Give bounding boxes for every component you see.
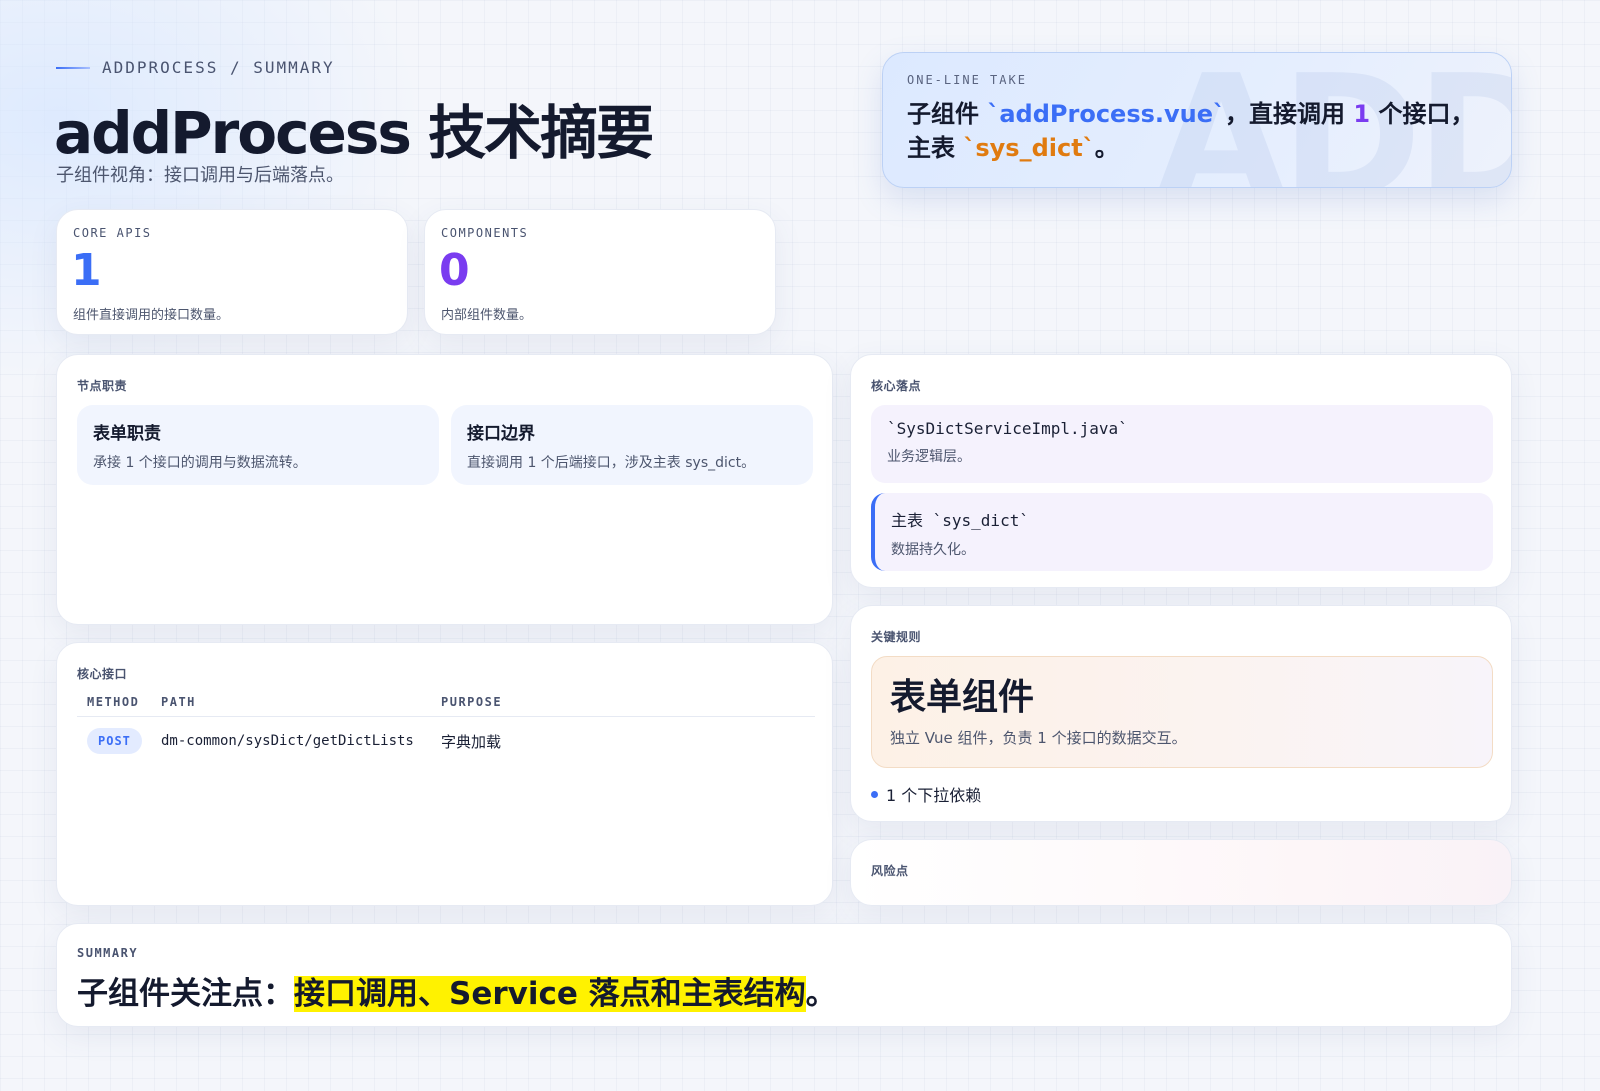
stat-value: 0 — [439, 245, 470, 296]
summary-card: SUMMARY 子组件关注点：接口调用、Service 落点和主表结构。 — [56, 923, 1512, 1027]
section-label: 关键规则 — [871, 630, 922, 644]
eyebrow-text: ADDPROCESS / SUMMARY — [102, 58, 335, 77]
landing-title: `SysDictServiceImpl.java` — [887, 419, 1128, 438]
method-cell: POST — [77, 728, 161, 754]
rule-bullet: 1 个下拉依赖 — [871, 782, 981, 806]
stat-value: 1 — [71, 245, 102, 296]
section-label: 风险点 — [871, 864, 909, 878]
api-table: METHOD PATH PURPOSE POST dm-common/sysDi… — [77, 687, 815, 765]
section-label: 核心落点 — [871, 379, 922, 393]
key-rules-card: 关键规则 表单组件 独立 Vue 组件，负责 1 个接口的数据交互。 1 个下拉… — [850, 605, 1512, 822]
path-cell: dm-common/sysDict/getDictLists — [161, 733, 414, 749]
method-badge: POST — [87, 728, 142, 754]
take-table-name: `sys_dict` — [963, 134, 1095, 162]
take-text-part-2: ，直接调用 — [1225, 100, 1354, 128]
page-subtitle: 子组件视角：接口调用与后端落点。 — [56, 165, 344, 186]
purpose-cell: 字典加载 — [441, 732, 502, 751]
summary-suffix: 。 — [805, 976, 837, 1012]
rule-bullet-text: 1 个下拉依赖 — [886, 786, 982, 805]
take-text-part-1: 子组件 — [907, 100, 988, 128]
section-label: 节点职责 — [77, 379, 128, 393]
take-text: 子组件 `addProcess.vue`，直接调用 1 个接口，主表 `sys_… — [907, 97, 1497, 165]
duty-title: 表单职责 — [93, 424, 161, 444]
summary-label: SUMMARY — [77, 946, 139, 960]
bullet-dot-icon — [871, 790, 878, 798]
stat-desc: 内部组件数量。 — [441, 308, 533, 323]
eyebrow: ADDPROCESS / SUMMARY — [56, 58, 335, 77]
take-component-name: `addProcess.vue` — [987, 100, 1226, 128]
stat-desc: 组件直接调用的接口数量。 — [73, 308, 230, 323]
column-header-method: METHOD — [87, 694, 140, 709]
rule-hero: 表单组件 独立 Vue 组件，负责 1 个接口的数据交互。 — [871, 656, 1493, 768]
duty-desc: 直接调用 1 个后端接口，涉及主表 sys_dict。 — [467, 455, 756, 471]
landing-title: 主表 `sys_dict` — [891, 511, 1029, 530]
eyebrow-line — [56, 66, 90, 69]
one-line-take-card: ADD ONE-LINE TAKE 子组件 `addProcess.vue`，直… — [882, 52, 1512, 188]
table-header: METHOD PATH PURPOSE — [77, 687, 815, 717]
column-header-path: PATH — [161, 694, 196, 709]
core-apis-card: 核心接口 METHOD PATH PURPOSE POST dm-common/… — [56, 642, 833, 906]
stat-label: CORE APIS — [73, 226, 152, 240]
summary-text: 子组件关注点：接口调用、Service 落点和主表结构。 — [77, 968, 837, 1013]
page-title: addProcess 技术摘要 — [54, 99, 654, 167]
stat-card-core-apis: CORE APIS 1 组件直接调用的接口数量。 — [56, 209, 408, 335]
column-header-purpose: PURPOSE — [441, 694, 503, 709]
risk-card: 风险点 — [850, 839, 1512, 906]
table-row: POST dm-common/sysDict/getDictLists 字典加载 — [77, 717, 815, 765]
duty-title: 接口边界 — [467, 424, 535, 444]
duty-desc: 承接 1 个接口的调用与数据流转。 — [93, 455, 307, 471]
core-landing-card: 核心落点 `SysDictServiceImpl.java` 业务逻辑层。 主表… — [850, 354, 1512, 588]
landing-item-service: `SysDictServiceImpl.java` 业务逻辑层。 — [871, 405, 1493, 483]
stat-card-components: COMPONENTS 0 内部组件数量。 — [424, 209, 776, 335]
stat-label: COMPONENTS — [441, 226, 529, 240]
summary-prefix: 子组件关注点： — [77, 976, 294, 1012]
duty-item-api-boundary: 接口边界 直接调用 1 个后端接口，涉及主表 sys_dict。 — [451, 405, 813, 485]
landing-item-table: 主表 `sys_dict` 数据持久化。 — [871, 493, 1493, 571]
summary-highlight: 接口调用、Service 落点和主表结构 — [294, 976, 806, 1012]
landing-desc: 业务逻辑层。 — [887, 449, 971, 465]
node-duties-card: 节点职责 表单职责 承接 1 个接口的调用与数据流转。 接口边界 直接调用 1 … — [56, 354, 833, 625]
section-label: 核心接口 — [77, 667, 128, 681]
take-label: ONE-LINE TAKE — [907, 73, 1027, 87]
rule-hero-title: 表单组件 — [890, 677, 1035, 718]
take-api-count: 1 — [1353, 100, 1371, 128]
take-text-part-4: 。 — [1094, 134, 1119, 162]
duty-item-form: 表单职责 承接 1 个接口的调用与数据流转。 — [77, 405, 439, 485]
landing-desc: 数据持久化。 — [891, 542, 975, 558]
rule-hero-desc: 独立 Vue 组件，负责 1 个接口的数据交互。 — [890, 729, 1187, 747]
